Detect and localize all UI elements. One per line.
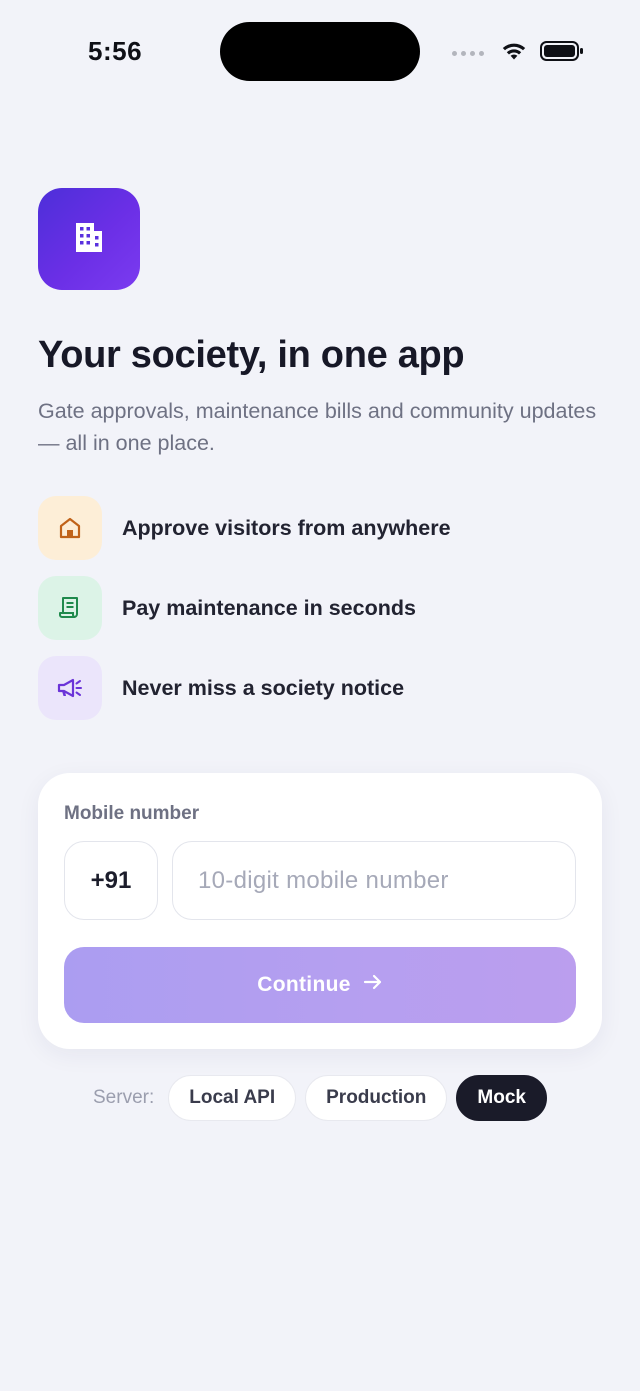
server-option-local-api[interactable]: Local API (168, 1075, 297, 1121)
page-subtitle: Gate approvals, maintenance bills and co… (38, 399, 597, 455)
page-title: Your society, in one app (38, 334, 465, 376)
megaphone-icon (38, 656, 102, 720)
feature-item-maintenance: Pay maintenance in seconds (38, 576, 618, 640)
feature-label: Never miss a society notice (122, 675, 405, 700)
login-card: Mobile number +91 Continue (38, 773, 602, 1049)
wifi-icon (500, 40, 528, 67)
battery-icon (540, 40, 584, 67)
feature-item-visitors: Approve visitors from anywhere (38, 496, 618, 560)
arrow-right-icon (363, 973, 383, 997)
cellular-signal-icon (452, 51, 484, 56)
server-selector: Server: Local API Production Mock (0, 1074, 640, 1122)
country-code-selector[interactable]: +91 (64, 841, 158, 920)
continue-button[interactable]: Continue (64, 947, 576, 1023)
server-label: Server: (93, 1087, 155, 1108)
feature-label: Pay maintenance in seconds (122, 595, 416, 620)
receipt-icon (38, 576, 102, 640)
building-icon (69, 217, 109, 262)
feature-list: Approve visitors from anywhere Pay maint… (38, 496, 618, 736)
server-option-mock[interactable]: Mock (456, 1075, 547, 1121)
server-option-production[interactable]: Production (305, 1075, 448, 1121)
mobile-number-label: Mobile number (64, 803, 200, 824)
home-icon (38, 496, 102, 560)
status-icons (452, 40, 584, 67)
app-logo (38, 188, 140, 290)
dynamic-island (220, 22, 420, 81)
feature-item-notices: Never miss a society notice (38, 656, 618, 720)
status-time: 5:56 (88, 36, 143, 66)
mobile-number-input[interactable] (172, 841, 576, 920)
status-bar: 5:56 (0, 0, 640, 100)
continue-button-label: Continue (257, 973, 351, 996)
feature-label: Approve visitors from anywhere (122, 515, 451, 540)
